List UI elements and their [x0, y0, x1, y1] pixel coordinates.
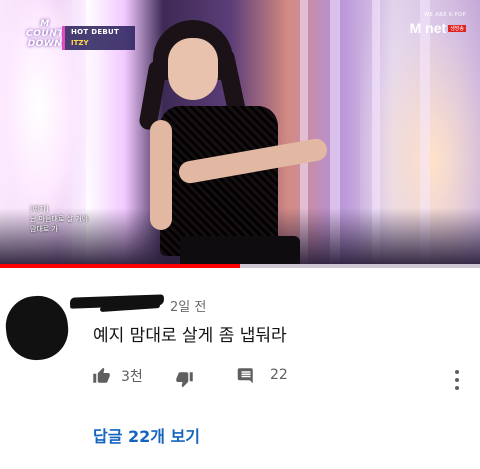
- comment-icon: [237, 368, 253, 384]
- progress-fill: [0, 264, 240, 268]
- dot: [455, 386, 459, 390]
- channel-name: M net: [409, 20, 447, 36]
- video-thumbnail[interactable]: M COUNT DOWN HOT DEBUT ITZY WE ARE K-POP…: [0, 0, 480, 268]
- dot: [455, 378, 459, 382]
- reply-button[interactable]: 22: [236, 366, 288, 384]
- comment-timestamp: 2일 전: [170, 300, 207, 315]
- thumb-up-icon: [93, 367, 110, 383]
- avatar[interactable]: [2, 292, 72, 364]
- dot: [455, 370, 459, 374]
- comment-text: 예지 맘대로 살게 좀 냅둬라: [93, 326, 287, 346]
- thumb-down-icon: [176, 372, 193, 388]
- banner-title: HOT DEBUT: [71, 28, 120, 36]
- performer-outfit: [160, 106, 278, 256]
- dislike-button[interactable]: [175, 370, 194, 388]
- view-replies-link[interactable]: 답글 22개 보기: [93, 423, 200, 447]
- like-button[interactable]: 3천: [92, 366, 143, 386]
- video-progress-bar[interactable]: [0, 264, 480, 268]
- banner-artist: ITZY: [71, 39, 89, 47]
- reply-count: 22: [270, 367, 288, 383]
- performer-arm: [150, 120, 172, 230]
- lyrics-caption: [예지] 난 마음대로 살 거야 맘대로 가: [30, 205, 89, 233]
- live-tag: 생방송: [448, 25, 466, 32]
- more-vertical-icon[interactable]: [452, 370, 462, 390]
- debut-banner: HOT DEBUT ITZY: [62, 26, 135, 50]
- like-count: 3천: [121, 369, 143, 385]
- channel-logo: WE ARE K-POP M net 생방송: [410, 12, 466, 37]
- performer-face: [168, 38, 218, 100]
